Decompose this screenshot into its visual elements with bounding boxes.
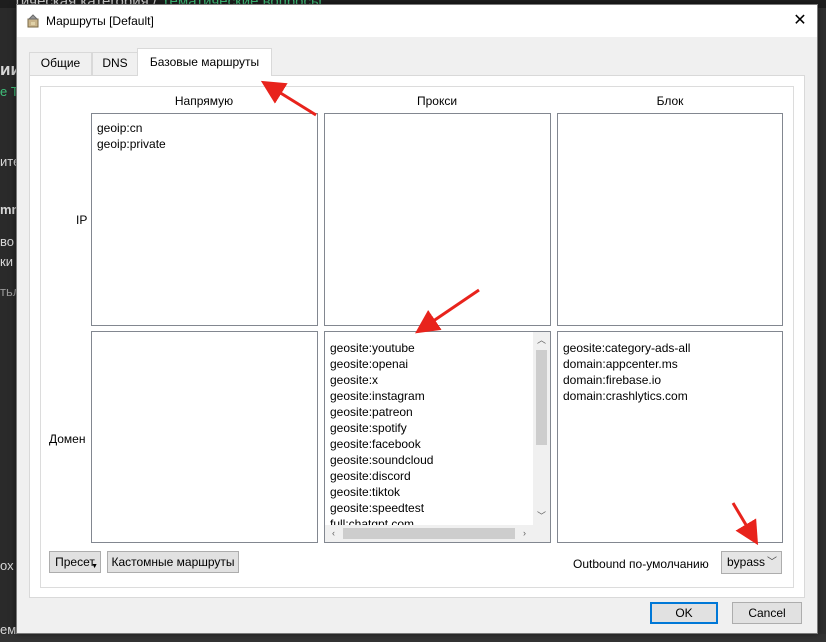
list-item: geosite:openai bbox=[330, 357, 409, 371]
outbound-default-label: Outbound по-умолчанию bbox=[573, 557, 709, 571]
preset-button-label: Пресет bbox=[55, 555, 95, 569]
outbound-default-value: bypass bbox=[727, 555, 766, 569]
proxy-domain-list[interactable]: geosite:youtube geosite:openai geosite:x… bbox=[324, 331, 551, 543]
scrollbar-corner bbox=[533, 525, 550, 542]
column-header-direct: Напрямую bbox=[174, 94, 234, 108]
direct-domain-list[interactable] bbox=[91, 331, 318, 543]
list-item: geosite:facebook bbox=[330, 437, 421, 451]
column-header-proxy: Прокси bbox=[416, 94, 458, 108]
list-item: domain:crashlytics.com bbox=[563, 389, 688, 403]
direct-ip-list[interactable]: geoip:cn geoip:private bbox=[91, 113, 318, 326]
dialog-title: Маршруты [Default] bbox=[46, 14, 154, 28]
preset-button[interactable]: Пресет ▼ bbox=[49, 551, 101, 573]
tab-general[interactable]: Общие bbox=[29, 52, 92, 75]
scroll-right-arrow-icon[interactable]: › bbox=[516, 525, 533, 542]
background-text-fragment: ки bbox=[0, 254, 13, 269]
row-label-ip: IP bbox=[76, 213, 88, 227]
block-domain-list[interactable]: geosite:category-ads-all domain:appcente… bbox=[557, 331, 783, 543]
list-item: geosite:tiktok bbox=[330, 485, 401, 499]
list-item: geosite:soundcloud bbox=[330, 453, 434, 467]
list-item: geoip:private bbox=[97, 137, 166, 151]
list-item: geoip:cn bbox=[97, 121, 143, 135]
cancel-button[interactable]: Cancel bbox=[732, 602, 802, 624]
list-item: domain:appcenter.ms bbox=[563, 357, 678, 371]
vertical-scrollbar[interactable]: ︿ ﹀ bbox=[533, 332, 550, 525]
background-left-strip: ии е Тс ите mm во ки тьл ох з ем bbox=[0, 8, 25, 642]
scroll-down-arrow-icon[interactable]: ﹀ bbox=[533, 508, 550, 525]
custom-routes-button[interactable]: Кастомные маршруты bbox=[107, 551, 239, 573]
list-item: domain:firebase.io bbox=[563, 373, 662, 387]
background-right-strip bbox=[818, 8, 826, 642]
close-icon[interactable]: ✕ bbox=[787, 9, 813, 33]
title-bar: Маршруты [Default] ✕ bbox=[17, 5, 817, 37]
chevron-down-icon: ﹀ bbox=[767, 557, 777, 568]
list-item: geosite:category-ads-all bbox=[563, 341, 691, 355]
block-ip-list[interactable] bbox=[557, 113, 783, 326]
row-label-domain: Домен bbox=[49, 432, 86, 446]
list-item: geosite:youtube bbox=[330, 341, 415, 355]
proxy-ip-list[interactable] bbox=[324, 113, 551, 326]
routes-dialog: Маршруты [Default] ✕ Общие DNS Базовые м… bbox=[16, 4, 818, 634]
list-item: geosite:patreon bbox=[330, 405, 413, 419]
tab-dns[interactable]: DNS bbox=[92, 52, 138, 75]
background-text-fragment: во bbox=[0, 234, 14, 249]
list-item: geosite:x bbox=[330, 373, 379, 387]
outbound-default-select[interactable]: bypass ﹀ bbox=[721, 551, 782, 574]
list-item: geosite:speedtest bbox=[330, 501, 425, 515]
tab-base-routes[interactable]: Базовые маршруты bbox=[137, 48, 272, 76]
preset-dropdown-caret-icon: ▼ bbox=[91, 563, 98, 570]
column-header-block: Блок bbox=[656, 94, 684, 108]
horizontal-scroll-thumb[interactable] bbox=[343, 528, 515, 539]
background-bottom-strip bbox=[0, 634, 826, 642]
list-item: geosite:instagram bbox=[330, 389, 425, 403]
app-icon bbox=[27, 14, 39, 28]
scroll-up-arrow-icon[interactable]: ︿ bbox=[533, 332, 550, 349]
ok-button[interactable]: OK bbox=[650, 602, 718, 624]
list-item: geosite:discord bbox=[330, 469, 411, 483]
scroll-left-arrow-icon[interactable]: ‹ bbox=[325, 525, 342, 542]
list-item: geosite:spotify bbox=[330, 421, 407, 435]
horizontal-scrollbar[interactable]: ‹ › bbox=[325, 525, 533, 542]
vertical-scroll-thumb[interactable] bbox=[536, 350, 547, 445]
